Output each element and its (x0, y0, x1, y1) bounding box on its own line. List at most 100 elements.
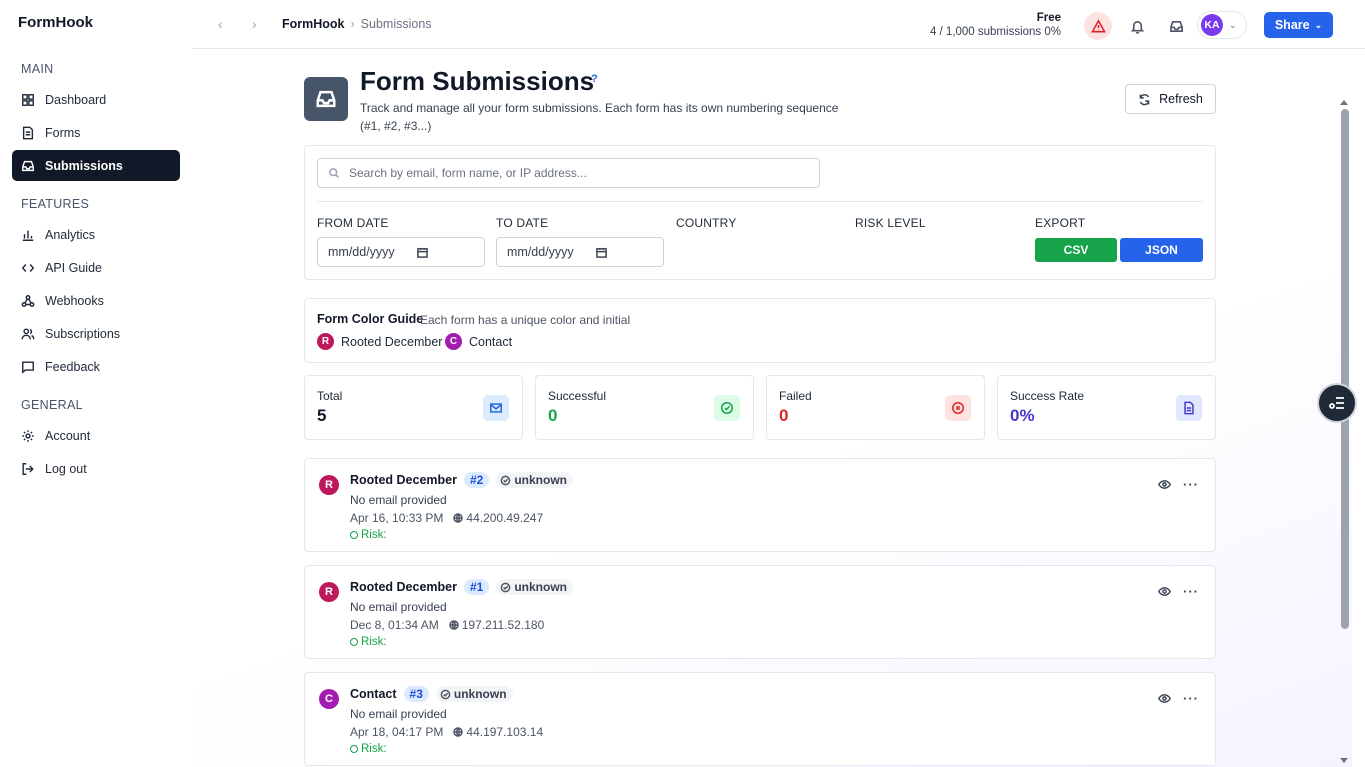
brand-logo[interactable]: FormHook (18, 14, 93, 31)
scroll-up-arrow[interactable] (1340, 100, 1348, 105)
date-placeholder: mm/dd/yyyy (507, 245, 574, 259)
guide-form-name: Contact (469, 334, 513, 349)
risk-indicator: Risk: (350, 636, 387, 648)
eye-icon (1157, 479, 1171, 489)
more-options-button[interactable]: ··· (1182, 582, 1200, 600)
stat-label: Success Rate (1010, 389, 1085, 403)
sidebar-item-webhooks[interactable]: Webhooks (12, 285, 180, 316)
from-date-label: FROM DATE (317, 216, 389, 230)
guide-form-name: Rooted December (341, 334, 443, 349)
ellipsis-icon: ··· (1183, 690, 1199, 706)
sidebar-item-account[interactable]: Account (12, 420, 180, 451)
sidebar-item-label: Forms (45, 125, 81, 140)
webhook-icon (21, 294, 35, 307)
to-date-input[interactable]: mm/dd/yyyy (496, 237, 664, 267)
sidebar-item-dashboard[interactable]: Dashboard (12, 84, 180, 115)
section-features: FEATURES (21, 197, 90, 211)
submission-ip: 197.211.52.180 (461, 618, 545, 632)
export-csv-button[interactable]: CSV (1035, 238, 1117, 262)
form-color-guide: Form Color Guide Each form has a unique … (304, 298, 1216, 363)
sidebar-item-api-guide[interactable]: API Guide (12, 252, 180, 283)
form-initial-badge: R (319, 582, 339, 602)
submission-card[interactable]: C Contact #3 unknown No email provided A… (304, 672, 1216, 766)
sidebar-item-feedback[interactable]: Feedback (12, 351, 180, 382)
refresh-button[interactable]: Refresh (1125, 84, 1216, 114)
submission-form-name: Rooted December (350, 473, 457, 487)
submission-card[interactable]: R Rooted December #2 unknown No email pr… (304, 458, 1216, 552)
view-button[interactable] (1155, 689, 1173, 707)
submission-form-name: Contact (350, 687, 397, 701)
submission-ip: 44.197.103.14 (466, 725, 544, 739)
floating-menu-button[interactable] (1317, 383, 1357, 423)
stat-value: 5 (317, 406, 327, 425)
page-subtitle: Track and manage all your form submissio… (360, 101, 839, 133)
submission-number-badge: #1 (463, 579, 490, 595)
sidebar: FormHook MAIN Dashboard Forms Submission… (0, 0, 192, 767)
submission-number-badge: #2 (463, 472, 490, 488)
stat-label: Failed (779, 389, 812, 403)
list-settings-icon (1329, 397, 1344, 409)
more-options-button[interactable]: ··· (1182, 475, 1200, 493)
risk-ring-icon (350, 638, 358, 646)
sidebar-item-forms[interactable]: Forms (12, 117, 180, 148)
avatar: KA (1201, 14, 1223, 36)
submission-form-name: Rooted December (350, 580, 457, 594)
stat-total: Total 5 (304, 375, 523, 440)
plan-name: Free (1036, 12, 1061, 24)
form-initial-badge: R (317, 333, 334, 350)
submission-email: No email provided (350, 600, 447, 614)
calendar-icon[interactable] (416, 247, 428, 258)
plan-percent: 0% (1044, 26, 1061, 38)
sidebar-item-label: Submissions (45, 158, 123, 173)
from-date-input[interactable]: mm/dd/yyyy (317, 237, 485, 267)
more-options-button[interactable]: ··· (1182, 689, 1200, 707)
back-arrow-icon[interactable]: ‹ (218, 16, 223, 32)
sidebar-item-submissions[interactable]: Submissions (12, 150, 180, 181)
guide-title: Form Color Guide (317, 312, 424, 326)
inbox-button[interactable] (1162, 12, 1190, 40)
status-text: unknown (514, 473, 568, 487)
sidebar-item-label: Account (45, 428, 91, 443)
stat-label: Total (317, 389, 343, 403)
forward-arrow-icon[interactable]: › (252, 16, 257, 32)
mail-icon (483, 395, 509, 421)
inbox-icon (1169, 20, 1183, 32)
share-label: Share (1274, 18, 1310, 32)
sidebar-item-subscriptions[interactable]: Subscriptions (12, 318, 180, 349)
search-input[interactable]: Search by email, form name, or IP addres… (317, 158, 820, 188)
help-icon[interactable]: ? (591, 73, 598, 85)
breadcrumb-root[interactable]: FormHook (282, 17, 345, 31)
risk-label: Risk: (361, 529, 387, 541)
message-icon (22, 360, 34, 374)
search-icon (329, 168, 340, 179)
refresh-icon (1139, 93, 1150, 105)
alert-button[interactable] (1084, 12, 1112, 40)
sidebar-item-label: Dashboard (45, 92, 107, 107)
risk-ring-icon (350, 531, 358, 539)
view-button[interactable] (1155, 582, 1173, 600)
user-menu[interactable]: KA ⌄ (1197, 11, 1247, 39)
sidebar-item-label: Feedback (45, 359, 100, 374)
notifications-button[interactable] (1123, 12, 1151, 40)
calendar-icon[interactable] (595, 247, 607, 258)
risk-label: Risk: (361, 636, 387, 648)
view-button[interactable] (1155, 475, 1173, 493)
scroll-down-arrow[interactable] (1340, 758, 1348, 763)
guide-chip-contact: C Contact (445, 333, 512, 350)
check-circle-icon (500, 582, 511, 592)
guide-subtitle: Each form has a unique color and initial (420, 313, 631, 327)
submission-ip: 44.200.49.247 (466, 511, 544, 525)
sidebar-item-log-out[interactable]: Log out (12, 453, 180, 484)
stat-label: Successful (548, 389, 607, 403)
gear-icon (22, 429, 34, 442)
filter-panel: Search by email, form name, or IP addres… (304, 145, 1216, 280)
stat-value: 0 (548, 406, 558, 425)
refresh-label: Refresh (1159, 92, 1203, 106)
bar-chart-icon (22, 230, 34, 241)
submission-card[interactable]: R Rooted December #1 unknown No email pr… (304, 565, 1216, 659)
form-initial-badge: C (445, 333, 462, 350)
scrollbar-thumb[interactable] (1341, 109, 1349, 629)
export-json-button[interactable]: JSON (1120, 238, 1203, 262)
share-button[interactable]: Share ⌄ (1264, 12, 1333, 38)
sidebar-item-analytics[interactable]: Analytics (12, 219, 180, 250)
